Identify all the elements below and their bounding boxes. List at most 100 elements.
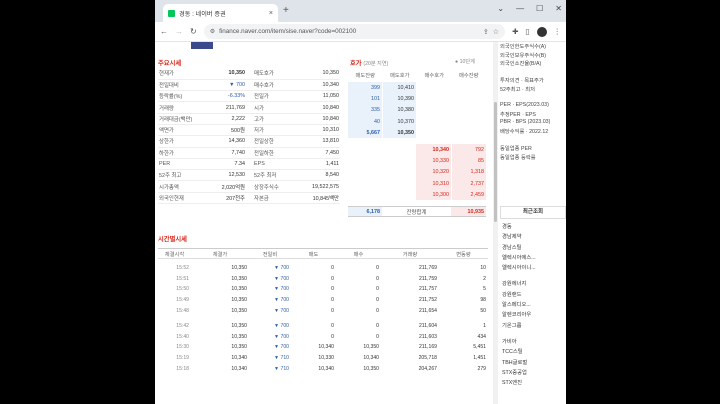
extensions-icon[interactable]: ✚ [512,27,518,36]
price-label: 52주 최고 [158,169,194,182]
tick-sell: 0 [331,333,334,340]
price-label: 거래량 [158,101,194,114]
address-bar[interactable]: ⚙ finance.naver.com/item/sise.naver?code… [203,24,506,39]
sidepanel-icon[interactable]: ▯ [525,27,529,36]
recent-item[interactable]: STX엔진 [500,378,566,388]
tick-price: 10,350 [231,333,247,340]
buy-price: 10,330 [416,155,451,167]
maximize-button[interactable]: ☐ [536,4,543,13]
tick-diff: ▼ 700 [274,307,289,314]
sell-qty: 335 [348,104,382,116]
price-value: 7,450 [290,147,340,159]
tick-diff: ▼ 700 [274,286,289,293]
scrollbar-thumb[interactable] [494,102,497,222]
tick-volume: 211,604 [418,323,437,330]
price-value: -6.33% [194,90,246,103]
recent-item[interactable]: 알스메디오... [500,300,566,310]
hoga-sell-row: 335 10,380 [348,104,486,116]
tick-row: 15:51 10,350 ▼ 700 0 0 211,759 2 [158,274,488,285]
sidebar-info-line: 투자의견 · 목표주가 [500,78,544,84]
tick-price: 10,350 [231,307,247,314]
price-value: 500원 [194,124,246,137]
recent-item[interactable]: 엘렉시아에스... [500,253,566,263]
price-row: 52주 최고 12,530 52주 최저 8,540 [158,169,340,182]
price-row: 거래대금(백만) 2,222 고가 10,840 [158,113,340,125]
close-window-button[interactable]: ✕ [555,4,562,13]
tick-header: 체결시각 체결가 전일비 매도 매수 거래량 변동량 [158,248,488,259]
url-text[interactable]: finance.naver.com/item/sise.naver?code=0… [219,28,479,35]
browser-toolbar: ← → ↻ ⚙ finance.naver.com/item/sise.nave… [155,22,566,42]
recent-item[interactable]: 가비아 [500,337,566,347]
price-value: 19,522,575 [290,180,340,193]
menu-icon[interactable]: ⋮ [554,27,562,36]
recent-item[interactable]: 경남제약 [500,232,566,242]
tick-diff: ▼ 700 [274,275,289,282]
recent-item[interactable]: 강원랜드 [500,290,566,300]
reload-icon[interactable]: ↻ [190,27,197,36]
tick-header-cell: 변동량 [456,251,471,258]
tab-close-icon[interactable]: × [269,10,273,17]
recent-item[interactable]: 경남스틸 [500,243,566,253]
hoga-total-label: 잔량합계 [406,209,427,216]
empty-cell [382,166,416,178]
buy-price: 10,310 [416,177,451,190]
price-label: 등락률(%) [158,90,194,103]
tick-row: 15:42 10,350 ▼ 700 0 0 211,604 1 [158,321,488,332]
tick-buy: 0 [376,297,379,304]
buy-qty: 2,459 [451,189,486,201]
tick-header-cell: 전일비 [262,251,278,258]
hoga-header-cell: 매도잔량 [355,73,376,79]
tick-sell: 10,340 [318,365,334,372]
price-value: 12,530 [194,169,246,182]
recent-item[interactable]: STX중공업 [500,368,566,378]
tick-volume: 205,718 [418,355,437,362]
tick-buy: 0 [376,286,379,293]
bookmark-star-icon[interactable]: ☆ [493,28,499,36]
empty-cell [382,189,416,201]
site-info-icon[interactable]: ⚙ [210,28,215,35]
tick-volume: 211,603 [418,333,437,340]
hoga-sell-orders: 399 10,410 101 10,390 335 10,380 40 10,370 5,667… [348,82,486,139]
tick-sell: 0 [331,275,334,282]
price-row: 외국인현재 207천주 자본금 10,845백만 [158,192,340,205]
recent-item[interactable]: 엘렉시아이니... [500,263,566,273]
recent-item[interactable]: TCC스틸 [500,347,566,357]
price-label: 자본금 [246,192,290,205]
minimize-button[interactable]: — [516,4,524,13]
buy-qty: 1,318 [451,166,486,178]
recent-item[interactable]: 강원에너지 [500,279,566,289]
recent-item[interactable]: 기온그룹 [500,321,566,331]
price-row: 하한가 7,740 전일하한 7,450 [158,147,340,159]
tick-row: 15:40 10,350 ▼ 700 0 0 211,603 434 [158,332,488,343]
tick-diff: ▼ 700 [274,344,289,351]
profile-avatar[interactable] [536,26,547,37]
back-icon[interactable]: ← [160,27,168,36]
tick-diff: ▼ 710 [274,355,289,362]
price-label: 매수호가 [246,79,290,92]
price-label: EPS [246,158,290,171]
sidebar-info-line [500,68,566,77]
browser-tab[interactable]: 경동 : 네이버 증권 × [163,4,278,22]
tab-bar: 경동 : 네이버 증권 × + ⌄ — ☐ ✕ [155,0,566,22]
price-label: 전일하한 [246,147,290,159]
tick-row: 15:52 10,350 ▼ 700 0 0 211,769 10 [158,263,488,274]
sidebar-info-line: 동일업종 등락률 [500,154,536,161]
recent-item[interactable]: 알렌코리아우 [500,310,566,320]
tick-buy: 0 [376,307,379,314]
recent-item[interactable]: 경동 [500,222,566,232]
page-scrollbar[interactable] [493,42,498,404]
tick-time: 15:48 [176,307,189,314]
forward-icon[interactable]: → [175,27,183,36]
tab-title: 경동 : 네이버 증권 [179,10,226,18]
hoga-levels-toggle[interactable]: ● 10단계 [455,58,475,65]
hoga-header-cell: 매수호가 [424,73,445,79]
buy-price: 10,300 [416,189,451,201]
tick-header-cell: 체결시각 [164,251,185,258]
tab-search-icon[interactable]: ⌄ [497,4,504,13]
price-row: 등락률(%) -6.33% 전일가 11,050 [158,90,340,103]
tick-volume: 211,759 [418,275,437,282]
tick-time: 15:49 [176,297,189,304]
recent-item[interactable]: TBH글로벌 [500,358,566,368]
new-tab-button[interactable]: + [283,5,289,16]
share-icon[interactable]: ⇪ [483,28,489,36]
